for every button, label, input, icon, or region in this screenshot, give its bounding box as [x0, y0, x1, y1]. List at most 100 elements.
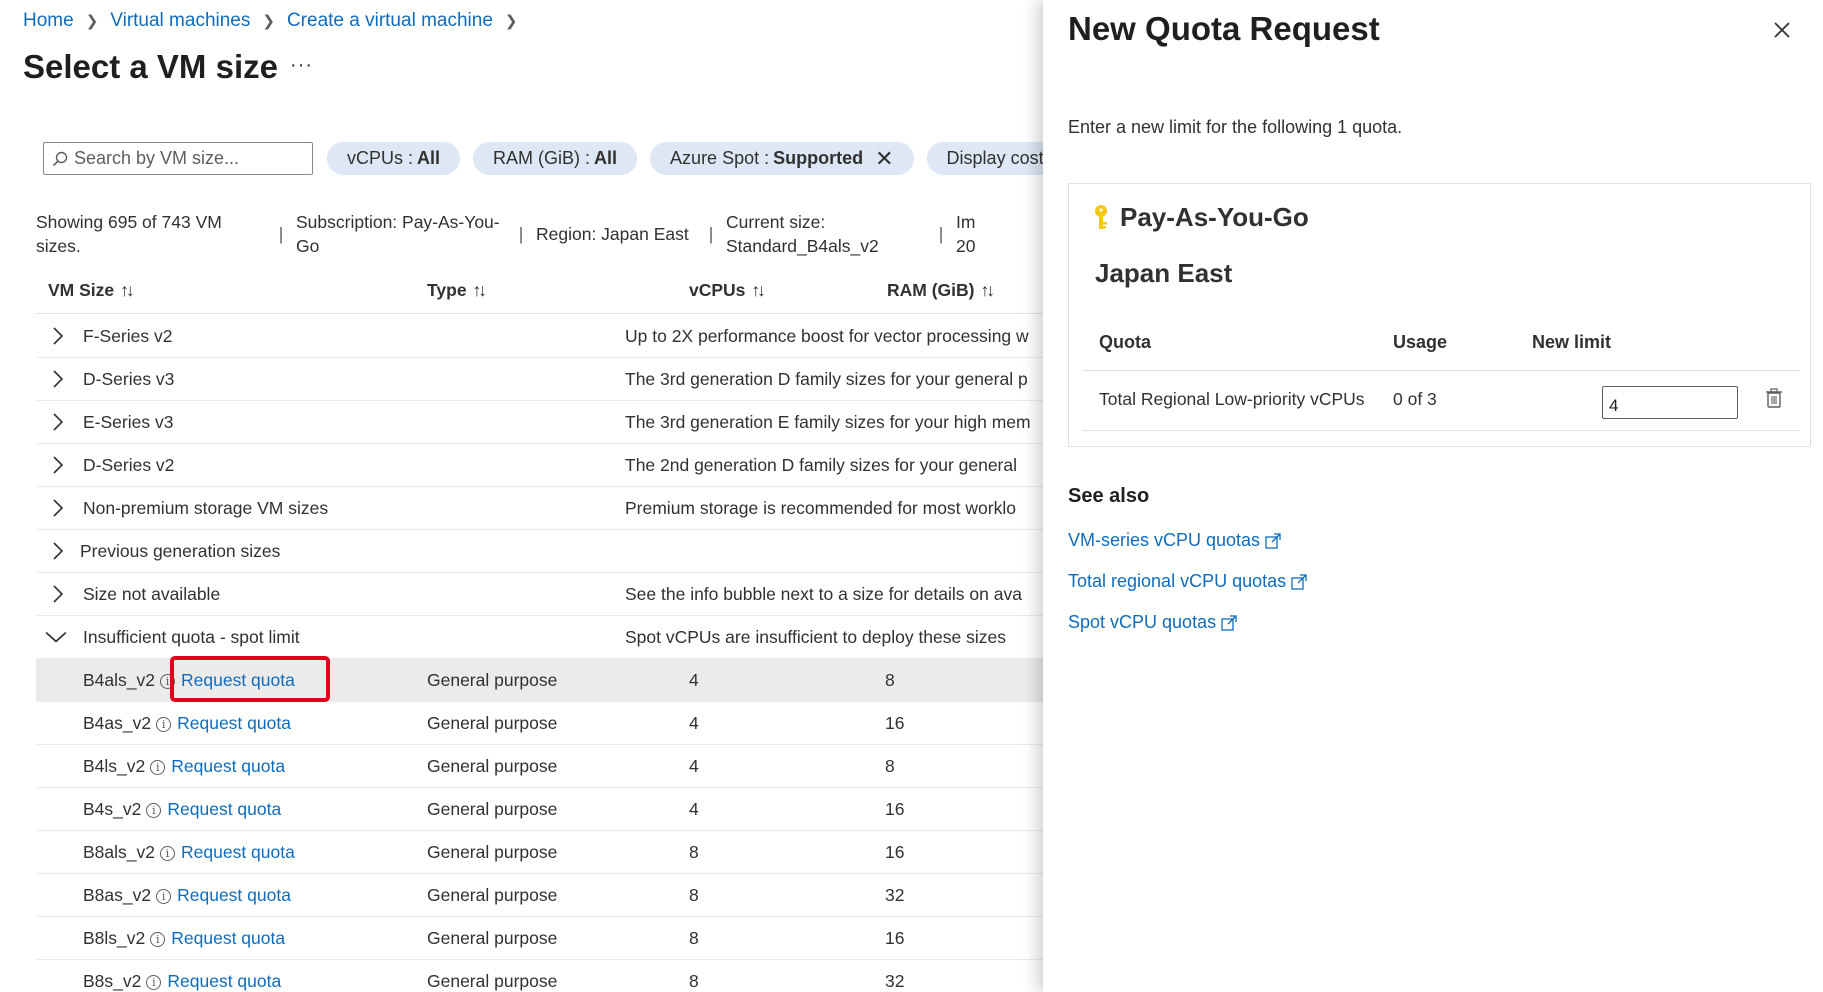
- vcpus-cell: 4: [689, 670, 699, 690]
- divider: |: [938, 224, 944, 244]
- table-row[interactable]: B4ls_v2 i Request quota General purpose 4 …: [36, 745, 1043, 788]
- filter-pill-ram[interactable]: RAM (GiB) : All: [473, 142, 638, 175]
- size-cell: B8als_v2 i Request quota: [83, 842, 295, 863]
- info-icon[interactable]: i: [146, 975, 162, 990]
- divider: [1082, 370, 1800, 371]
- info-icon[interactable]: i: [156, 889, 172, 904]
- info-icon[interactable]: i: [146, 803, 162, 818]
- subscription-heading: Pay-As-You-Go: [1092, 202, 1309, 233]
- subscription-name: Pay-As-You-Go: [1120, 202, 1309, 232]
- group-row-f-series-v2[interactable]: F-Series v2 Up to 2X performance boost f…: [36, 315, 1043, 358]
- filter-pill-azure-spot[interactable]: Azure Spot : Supported ✕: [650, 142, 914, 175]
- link-label: Total regional vCPU quotas: [1068, 571, 1287, 591]
- info-icon[interactable]: i: [150, 932, 166, 947]
- divider: |: [278, 224, 284, 244]
- vcpus-cell: 4: [689, 756, 699, 776]
- request-quota-link[interactable]: Request quota: [171, 756, 285, 776]
- table-row[interactable]: B8as_v2 i Request quota General purpose 8 …: [36, 874, 1043, 917]
- column-vm-size[interactable]: VM Size ↑↓: [48, 280, 135, 301]
- ram-cell: 16: [885, 799, 905, 819]
- ram-cell: 16: [885, 713, 905, 733]
- type-cell: General purpose: [427, 928, 558, 948]
- breadcrumb-virtual-machines[interactable]: Virtual machines: [110, 10, 250, 32]
- subscription-info: Subscription: Pay-As-You-Go: [296, 212, 500, 256]
- filter-pill-vcpus[interactable]: vCPUs : All: [327, 142, 461, 175]
- group-row-non-premium[interactable]: Non-premium storage VM sizes Premium sto…: [36, 487, 1043, 530]
- request-quota-link[interactable]: Request quota: [181, 842, 295, 862]
- size-name: B8als_v2: [83, 842, 155, 862]
- group-description: See the info bubble next to a size for d…: [625, 584, 1022, 604]
- ram-cell: 16: [885, 928, 905, 948]
- search-box[interactable]: [43, 142, 313, 175]
- request-quota-link[interactable]: Request quota: [167, 971, 281, 991]
- group-name: E-Series v3: [83, 412, 174, 432]
- vm-size-page: Home ❯ Virtual machines ❯ Create a virtu…: [0, 0, 1043, 992]
- link-label: VM-series vCPU quotas: [1068, 530, 1261, 550]
- group-row-e-series-v3[interactable]: E-Series v3 The 3rd generation E family …: [36, 401, 1043, 444]
- group-name: Non-premium storage VM sizes: [83, 498, 329, 518]
- table-row[interactable]: B8s_v2 i Request quota General purpose 8 3…: [36, 960, 1043, 992]
- chevron-right-icon[interactable]: [48, 497, 68, 519]
- table-row[interactable]: B8als_v2 i Request quota General purpose 8…: [36, 831, 1043, 874]
- group-description: Up to 2X performance boost for vector pr…: [625, 326, 1029, 346]
- breadcrumb-create-vm[interactable]: Create a virtual machine: [287, 10, 493, 32]
- sort-icon: ↑↓: [751, 280, 765, 300]
- see-also-heading: See also: [1068, 485, 1150, 507]
- chevron-right-icon[interactable]: [48, 540, 68, 562]
- close-icon[interactable]: ✕: [875, 147, 893, 170]
- type-cell: General purpose: [427, 842, 558, 862]
- column-ram[interactable]: RAM (GiB) ↑↓: [887, 280, 995, 301]
- more-options-button[interactable]: ···: [290, 54, 313, 77]
- group-row-insufficient-quota[interactable]: Insufficient quota - spot limit Spot vCP…: [36, 616, 1043, 659]
- request-quota-link[interactable]: Request quota: [177, 713, 291, 733]
- group-row-d-series-v3[interactable]: D-Series v3 The 3rd generation D family …: [36, 358, 1043, 401]
- column-type[interactable]: Type ↑↓: [427, 280, 487, 301]
- chevron-right-icon[interactable]: [48, 583, 68, 605]
- table-row[interactable]: B4s_v2 i Request quota General purpose 4 1…: [36, 788, 1043, 831]
- type-cell: General purpose: [427, 971, 558, 991]
- search-input[interactable]: [74, 148, 294, 169]
- column-vcpus[interactable]: vCPUs ↑↓: [689, 280, 766, 301]
- highlight-annotation: [170, 656, 330, 702]
- table-header: VM Size ↑↓ Type ↑↓ vCPUs ↑↓ RAM (GiB) ↑↓: [36, 276, 1043, 314]
- ram-cell: 32: [885, 885, 905, 905]
- size-cell: B8as_v2 i Request quota: [83, 885, 291, 906]
- type-cell: General purpose: [427, 713, 558, 733]
- vm-series-vcpu-quotas-link[interactable]: VM-series vCPU quotas: [1068, 530, 1281, 551]
- request-quota-link[interactable]: Request quota: [171, 928, 285, 948]
- table-row[interactable]: B4as_v2 i Request quota General purpose 4 …: [36, 702, 1043, 745]
- ram-cell: 32: [885, 971, 905, 991]
- spot-vcpu-quotas-link[interactable]: Spot vCPU quotas: [1068, 612, 1237, 633]
- info-icon[interactable]: i: [156, 717, 172, 732]
- type-cell: General purpose: [427, 799, 558, 819]
- delete-icon[interactable]: [1765, 387, 1783, 409]
- request-quota-link[interactable]: Request quota: [177, 885, 291, 905]
- table-row[interactable]: B8ls_v2 i Request quota General purpose 8 …: [36, 917, 1043, 960]
- filter-pill-display-cost[interactable]: Display cost :: [926, 142, 1043, 175]
- group-description: Premium storage is recommended for most …: [625, 498, 1016, 518]
- close-icon[interactable]: [1770, 18, 1794, 42]
- link-label: Spot vCPU quotas: [1068, 612, 1217, 632]
- group-name: F-Series v2: [83, 326, 173, 346]
- pill-value: Supported: [773, 148, 864, 168]
- request-quota-link[interactable]: Request quota: [167, 799, 281, 819]
- info-icon[interactable]: i: [150, 760, 166, 775]
- breadcrumb-home[interactable]: Home: [23, 10, 74, 32]
- new-limit-input[interactable]: [1602, 386, 1738, 419]
- group-row-size-not-available[interactable]: Size not available See the info bubble n…: [36, 573, 1043, 616]
- size-cell: B4ls_v2 i Request quota: [83, 756, 285, 777]
- chevron-down-icon[interactable]: [44, 626, 68, 648]
- chevron-right-icon[interactable]: [48, 325, 68, 347]
- chevron-right-icon[interactable]: [48, 454, 68, 476]
- group-row-previous-generation[interactable]: Previous generation sizes: [36, 530, 1043, 573]
- chevron-right-icon[interactable]: [48, 411, 68, 433]
- chevron-right-icon[interactable]: [48, 368, 68, 390]
- region-heading: Japan East: [1095, 258, 1233, 288]
- size-name: B4ls_v2: [83, 756, 146, 776]
- pill-value: All: [594, 148, 618, 168]
- total-regional-vcpu-quotas-link[interactable]: Total regional vCPU quotas: [1068, 571, 1307, 592]
- group-row-d-series-v2[interactable]: D-Series v2 The 2nd generation D family …: [36, 444, 1043, 487]
- type-cell: General purpose: [427, 670, 558, 690]
- info-icon[interactable]: i: [160, 846, 175, 861]
- chevron-right-icon: ❯: [504, 13, 518, 30]
